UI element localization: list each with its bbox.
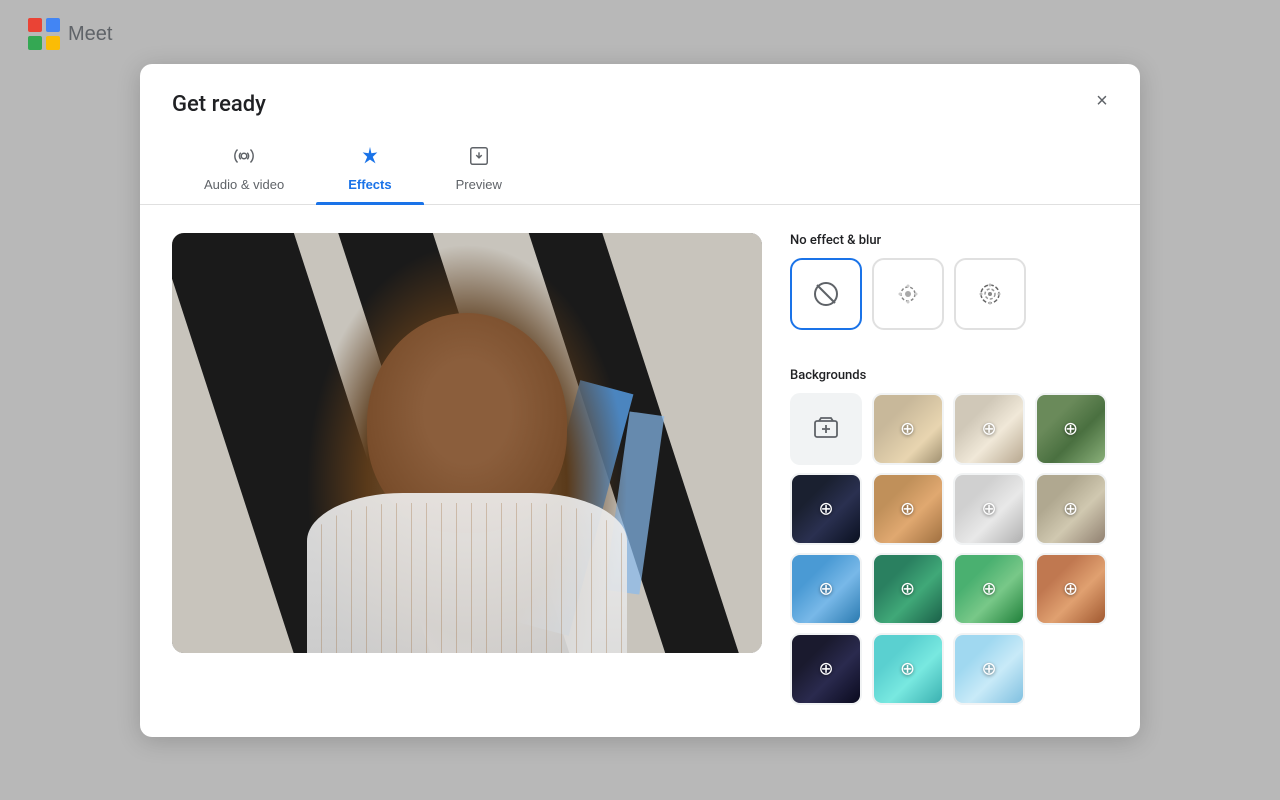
video-preview <box>172 233 762 653</box>
tab-audio-video[interactable]: Audio & video <box>172 135 316 204</box>
background-tile-8[interactable]: ⊕ <box>790 553 862 625</box>
blur-light-tile[interactable] <box>872 258 944 330</box>
background-tile-9[interactable]: ⊕ <box>872 553 944 625</box>
background-tile-4[interactable]: ⊕ <box>790 473 862 545</box>
tab-effects[interactable]: Effects <box>316 135 423 204</box>
effects-panel: No effect & blur <box>790 233 1108 705</box>
background-tile-3[interactable]: ⊕ <box>1035 393 1107 465</box>
background-tile-14[interactable]: ⊕ <box>953 633 1025 705</box>
tab-preview-label: Preview <box>456 177 502 192</box>
bg-overlay-icon-7: ⊕ <box>1063 498 1078 519</box>
tab-preview[interactable]: Preview <box>424 135 534 204</box>
backgrounds-grid: ⊕ ⊕ ⊕ <box>790 393 1108 705</box>
bg-overlay-icon-14: ⊕ <box>981 658 996 679</box>
preview-icon <box>468 145 490 171</box>
bg-overlay-icon-2: ⊕ <box>981 418 996 439</box>
background-tile-5[interactable]: ⊕ <box>872 473 944 545</box>
bg-overlay-icon-8: ⊕ <box>818 578 833 599</box>
backgrounds-section: Backgrounds <box>790 368 1108 705</box>
close-button[interactable]: × <box>1084 84 1120 120</box>
background-tile-7[interactable]: ⊕ <box>1035 473 1107 545</box>
modal-header: Get ready <box>140 64 1140 117</box>
bg-overlay-icon-1: ⊕ <box>900 418 915 439</box>
bg-overlay-icon-13: ⊕ <box>900 658 915 679</box>
blur-options-row <box>790 258 1108 330</box>
tabs-bar: Audio & video Effects <box>140 135 1140 205</box>
no-effect-label: No effect & blur <box>790 233 1108 248</box>
background-tile-11[interactable]: ⊕ <box>1035 553 1107 625</box>
app-name: Meet <box>68 23 112 46</box>
tab-audio-video-label: Audio & video <box>204 177 284 192</box>
effects-icon <box>359 145 381 171</box>
audio-video-icon <box>233 145 255 171</box>
bg-overlay-icon-12: ⊕ <box>818 658 833 679</box>
no-effect-section: No effect & blur <box>790 233 1108 350</box>
get-ready-modal: × Get ready Audio & video <box>140 64 1140 737</box>
modal-title: Get ready <box>172 92 1108 117</box>
no-effect-tile[interactable] <box>790 258 862 330</box>
bg-overlay-icon-3: ⊕ <box>1063 418 1078 439</box>
modal-body: No effect & blur <box>140 205 1140 737</box>
background-tile-2[interactable]: ⊕ <box>953 393 1025 465</box>
bg-overlay-icon-10: ⊕ <box>981 578 996 599</box>
bg-overlay-icon-5: ⊕ <box>900 498 915 519</box>
background-tile-1[interactable]: ⊕ <box>872 393 944 465</box>
tab-effects-label: Effects <box>348 177 391 192</box>
background-tile-10[interactable]: ⊕ <box>953 553 1025 625</box>
blur-heavy-tile[interactable] <box>954 258 1026 330</box>
meet-logo-icon <box>28 18 60 50</box>
background-tile-13[interactable]: ⊕ <box>872 633 944 705</box>
bg-overlay-icon-4: ⊕ <box>818 498 833 519</box>
bg-overlay-icon-11: ⊕ <box>1063 578 1078 599</box>
background-tile-12[interactable]: ⊕ <box>790 633 862 705</box>
background-tile-6[interactable]: ⊕ <box>953 473 1025 545</box>
backgrounds-label: Backgrounds <box>790 368 1108 383</box>
add-background-tile[interactable] <box>790 393 862 465</box>
bg-overlay-icon-9: ⊕ <box>900 578 915 599</box>
bg-overlay-icon-6: ⊕ <box>981 498 996 519</box>
